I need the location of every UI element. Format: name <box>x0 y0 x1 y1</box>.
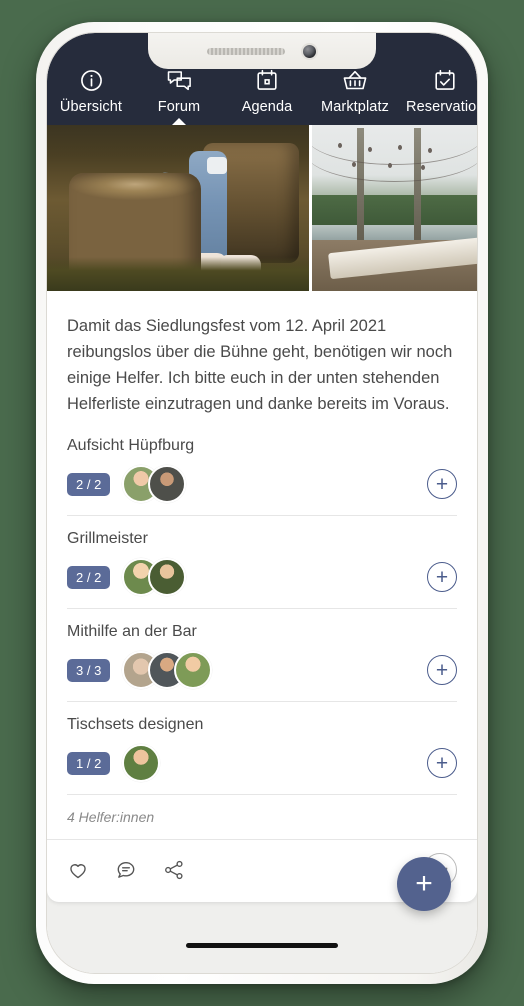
nav-label-agenda: Agenda <box>241 99 293 115</box>
nav-label-reservation: Reservation <box>406 99 477 115</box>
task-title: Grillmeister <box>67 530 148 548</box>
phone-frame: Übersicht Forum Agenda Marktplatz Reserv… <box>36 22 488 984</box>
task-detail-row: 1 / 2 + <box>67 744 457 783</box>
phone-notch <box>148 33 376 69</box>
task-title: Aufsicht Hüpfburg <box>67 437 195 455</box>
post-photo-lakeside-dinner[interactable] <box>312 125 477 291</box>
helper-task-list: Aufsicht Hüpfburg 2 / 2 + Grillmeister 2… <box>47 433 477 794</box>
info-circle-icon <box>79 67 104 94</box>
task-add-button[interactable]: + <box>427 655 457 686</box>
photo-bulb <box>351 161 356 167</box>
helpers-summary: 4 Helfer:innen <box>67 794 457 839</box>
task-row[interactable]: Aufsicht Hüpfburg 2 / 2 + <box>67 433 457 515</box>
lakeside-photo-image <box>312 125 477 291</box>
post-card: Damit das Siedlungsfest vom 12. April 20… <box>47 125 477 903</box>
avatar[interactable] <box>148 558 187 597</box>
avatar[interactable] <box>148 465 187 504</box>
nav-label-marktplatz: Marktplatz <box>321 99 389 115</box>
task-avatar-group[interactable] <box>122 744 161 783</box>
photo-bulb <box>397 144 402 150</box>
task-detail-row: 3 / 3 + <box>67 651 457 690</box>
photo-bulb <box>420 164 425 170</box>
photo-string-light-wire-2 <box>312 152 477 182</box>
like-icon[interactable] <box>67 859 89 881</box>
task-count-badge: 1 / 2 <box>67 751 111 775</box>
task-avatar-group[interactable] <box>122 465 187 504</box>
app-container: Übersicht Forum Agenda Marktplatz Reserv… <box>47 33 477 973</box>
task-avatar-group[interactable] <box>122 651 213 690</box>
chat-bubbles-icon <box>166 67 193 94</box>
task-row[interactable]: Mithilfe an der Bar 3 / 3 + <box>67 608 457 701</box>
home-indicator[interactable] <box>186 942 338 948</box>
photo-ground <box>47 257 309 291</box>
calendar-icon <box>255 67 279 94</box>
nav-label-forum: Forum <box>157 99 201 115</box>
front-camera <box>300 42 318 60</box>
calendar-check-icon <box>433 67 457 94</box>
post-photos[interactable] <box>47 125 477 291</box>
task-add-button[interactable]: + <box>427 748 457 779</box>
task-add-button[interactable]: + <box>427 562 457 593</box>
photo-bulb <box>368 146 373 152</box>
post-body-text: Damit das Siedlungsfest vom 12. April 20… <box>67 317 453 414</box>
task-title: Mithilfe an der Bar <box>67 623 197 641</box>
task-count-badge: 2 / 2 <box>67 565 111 589</box>
phone-bezel: Übersicht Forum Agenda Marktplatz Reserv… <box>46 32 478 974</box>
screenshot-stage: Übersicht Forum Agenda Marktplatz Reserv… <box>0 0 524 1006</box>
phone-screen: Übersicht Forum Agenda Marktplatz Reserv… <box>47 33 477 973</box>
feed-scroll-area[interactable]: Damit das Siedlungsfest vom 12. April 20… <box>47 125 477 973</box>
nav-item-marktplatz[interactable]: Marktplatz <box>311 67 399 115</box>
forest-photo-image <box>47 125 309 291</box>
nav-item-reservation[interactable]: Reservation <box>399 67 477 115</box>
photo-treeline <box>312 194 477 225</box>
basket-icon <box>342 67 368 94</box>
task-title: Tischsets designen <box>67 716 204 734</box>
share-icon[interactable] <box>163 859 185 881</box>
task-avatar-group[interactable] <box>122 558 187 597</box>
task-row[interactable]: Grillmeister 2 / 2 + <box>67 515 457 608</box>
post-photo-forest[interactable] <box>47 125 309 291</box>
earpiece-speaker <box>206 47 285 55</box>
nav-item-forum[interactable]: Forum <box>135 67 223 115</box>
photo-bulb <box>427 148 432 154</box>
task-count-badge: 2 / 2 <box>67 472 111 496</box>
photo-mug <box>207 157 227 174</box>
nav-label-uebersicht: Übersicht <box>59 99 123 115</box>
comment-icon[interactable] <box>115 859 137 881</box>
task-detail-row: 2 / 2 + <box>67 465 457 504</box>
avatar[interactable] <box>122 744 161 783</box>
task-count-badge: 3 / 3 <box>67 658 111 682</box>
nav-item-uebersicht[interactable]: Übersicht <box>47 67 135 115</box>
nav-item-agenda[interactable]: Agenda <box>223 67 311 115</box>
task-detail-row: 2 / 2 + <box>67 558 457 597</box>
home-indicator-area <box>47 917 477 973</box>
task-row[interactable]: Tischsets designen 1 / 2 + <box>67 701 457 794</box>
photo-lake <box>312 224 477 240</box>
create-post-fab[interactable]: + <box>397 857 451 911</box>
avatar[interactable] <box>174 651 213 690</box>
task-add-button[interactable]: + <box>427 469 457 500</box>
